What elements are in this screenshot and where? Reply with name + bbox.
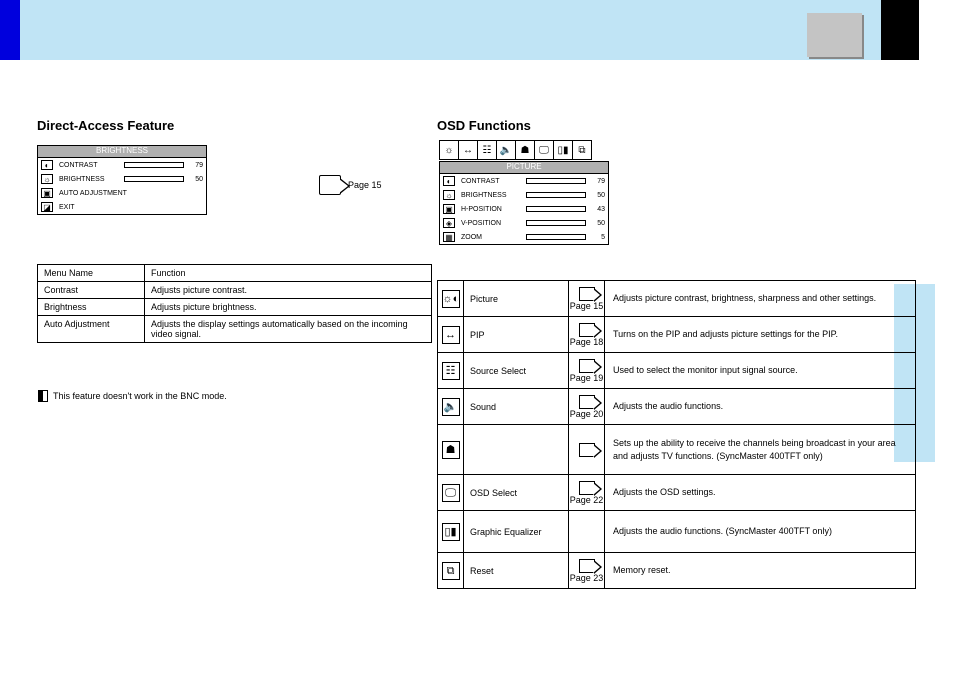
osd-icon-row: ☼ ↔ ☷ 🔈 ☗ 🖵 ▯▮ ⧉ [439, 140, 591, 160]
contrast-icon: ◐ [41, 160, 53, 170]
menu-desc: Adjusts picture contrast, brightness, sh… [605, 281, 916, 317]
osd-row-value: 79 [187, 162, 203, 169]
section1-title: Direct-Access Feature [37, 118, 174, 133]
section2-title: OSD Functions [437, 118, 531, 133]
menu-pip-icon: ↔ [458, 140, 478, 160]
header-blue-bar [0, 0, 20, 60]
note-text: This feature doesn't work in the BNC mod… [53, 391, 413, 403]
sound-icon: 🔈 [442, 398, 460, 416]
menu-eq-icon: ▯▮ [553, 140, 573, 160]
exit-icon: ◪ [41, 202, 53, 212]
source-icon: ☷ [442, 362, 460, 380]
osd-select-icon: 🖵 [442, 484, 460, 502]
osd-direct-title: BRIGHTNESS [38, 146, 206, 158]
menu-reset-icon: ⧉ [572, 140, 592, 160]
page-ref-arrow [319, 175, 341, 195]
menu-tv-icon: ☗ [515, 140, 535, 160]
page-arrow-icon [579, 287, 595, 301]
osd-function-table: ☼◐ Picture Page 15 Adjusts picture contr… [437, 280, 916, 589]
header-background [0, 0, 893, 60]
osd-row-label: CONTRAST [59, 162, 120, 169]
osd-direct-menu: BRIGHTNESS ◐CONTRAST79 ☼BRIGHTNESS50 ▣AU… [37, 145, 207, 215]
osd-picture-title: PICTURE [440, 162, 608, 174]
menu-picture-icon: ☼ [439, 140, 459, 160]
pip-icon: ↔ [442, 326, 460, 344]
auto-icon: ▣ [41, 188, 53, 198]
menu-label: Picture [464, 281, 569, 317]
eq-icon: ▯▮ [442, 523, 460, 541]
spec-cell: Contrast [38, 282, 145, 299]
direct-access-table: Menu NameFunction ContrastAdjusts pictur… [37, 264, 432, 343]
menu-sound-icon: 🔈 [496, 140, 516, 160]
spec-header-function: Function [145, 265, 432, 282]
menu-source-icon: ☷ [477, 140, 497, 160]
spec-header-menu: Menu Name [38, 265, 145, 282]
brightness-icon: ☼ [41, 174, 53, 184]
picture-icon: ☼◐ [442, 290, 460, 308]
note-odd-icon [38, 390, 48, 402]
page-ref-label: Page 15 [348, 180, 382, 190]
reset-icon: ⧉ [442, 562, 460, 580]
header-black-box [881, 0, 919, 60]
header-gray-box [807, 13, 862, 57]
tv-icon: ☗ [442, 441, 460, 459]
osd-picture-menu: PICTURE ◐CONTRAST79 ☼BRIGHTNESS50 ▣H-POS… [439, 161, 609, 245]
menu-osd-icon: 🖵 [534, 140, 554, 160]
